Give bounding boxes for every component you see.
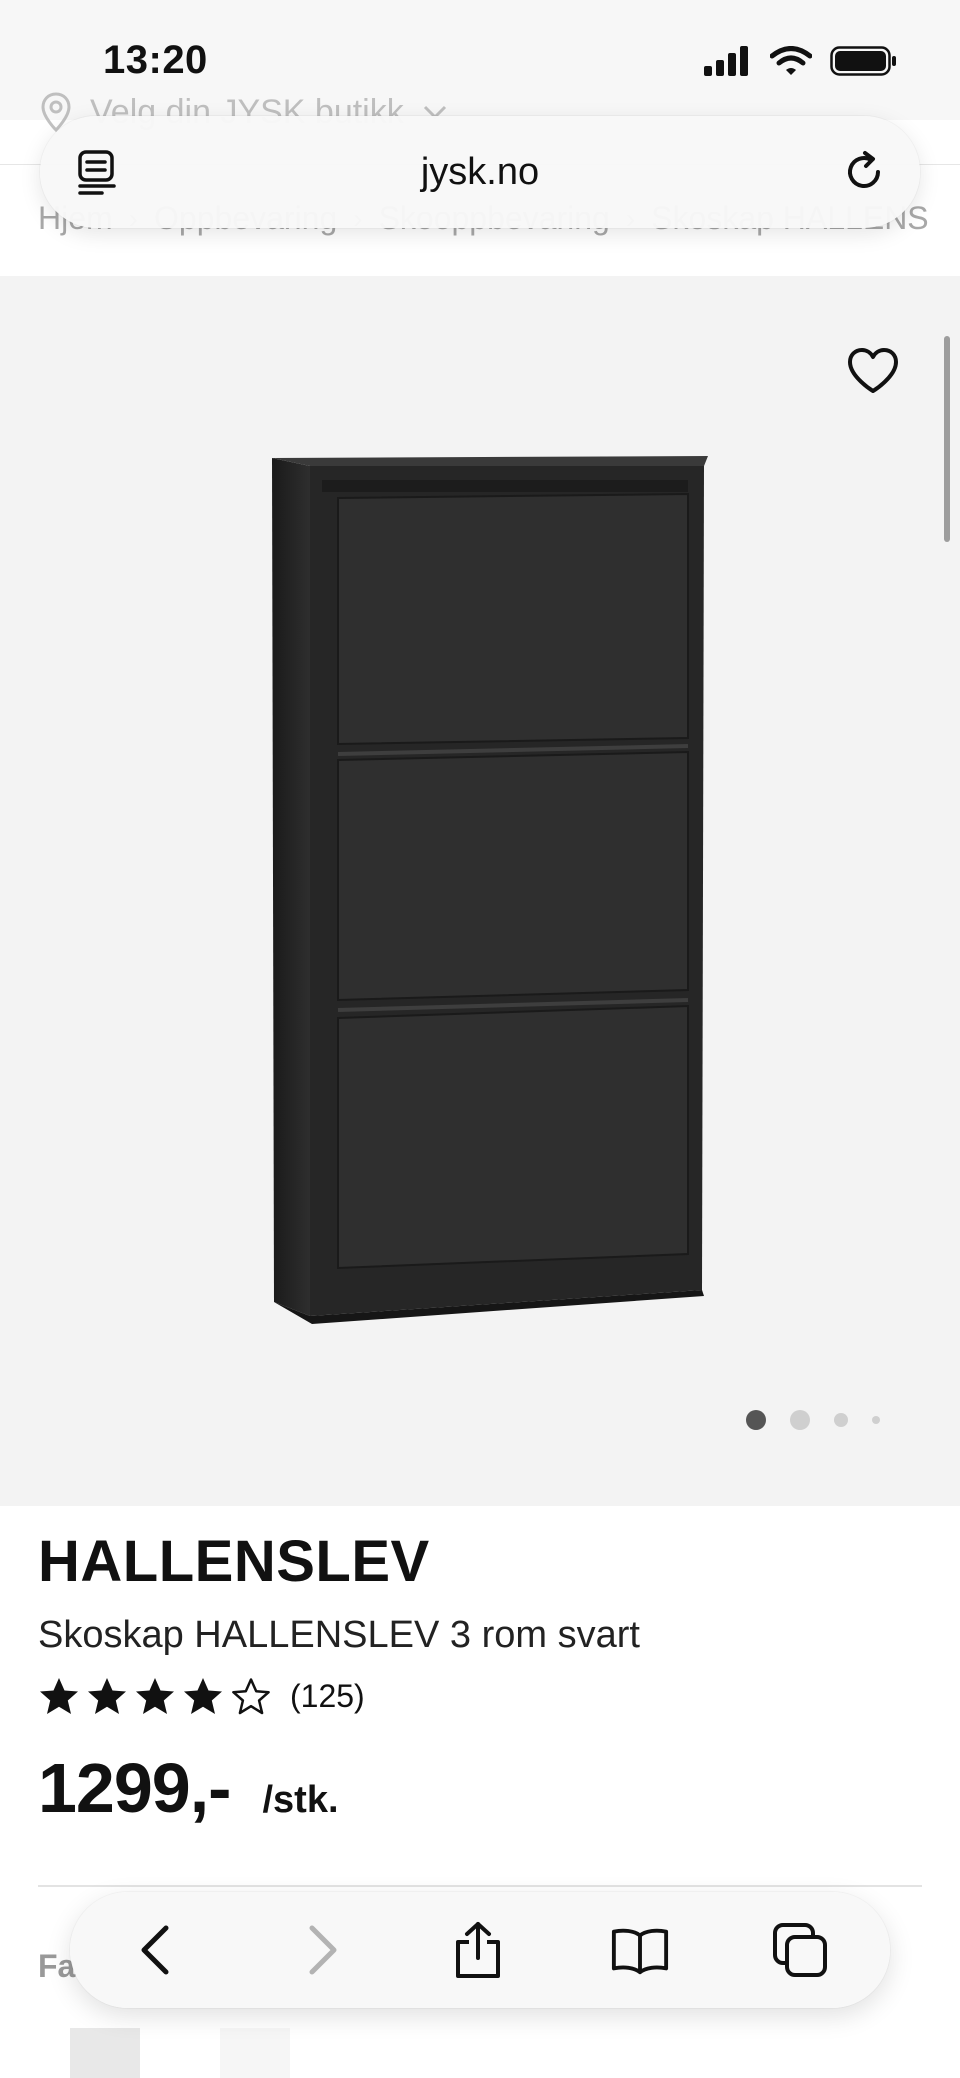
tabs-icon [773, 1923, 827, 1977]
browser-toolbar [70, 1892, 890, 2008]
heart-icon[interactable] [846, 346, 900, 396]
share-icon [456, 1922, 500, 1978]
pagination-dot-active[interactable] [746, 1410, 766, 1430]
status-icons [704, 46, 898, 76]
book-icon [611, 1928, 669, 1975]
product-rating[interactable]: (125) [38, 1676, 365, 1716]
star-filled-icon [40, 1678, 78, 1714]
star-filled-icon [88, 1678, 126, 1714]
review-count[interactable]: (125) [290, 1678, 365, 1715]
url-text: jysk.no [420, 150, 540, 193]
status-time: 13:20 [103, 38, 208, 82]
address-bar[interactable]: jysk.no [40, 116, 920, 228]
cellular-signal-icon [704, 46, 748, 76]
reader-mode-icon[interactable] [74, 148, 122, 196]
color-swatch[interactable] [220, 2028, 290, 2078]
gallery-pagination[interactable] [746, 1410, 880, 1430]
price-row: 1299,- /stk. [38, 1748, 339, 1828]
back-button[interactable] [126, 1920, 186, 1980]
product-image [272, 456, 708, 1324]
price-unit: /stk. [262, 1779, 339, 1821]
product-gallery[interactable] [0, 276, 960, 1506]
share-button[interactable] [448, 1920, 508, 1980]
color-swatch[interactable] [70, 2028, 140, 2078]
product-name: Skoskap HALLENSLEV 3 rom svart [38, 1614, 640, 1656]
scrollbar[interactable] [944, 336, 950, 542]
battery-icon [830, 46, 896, 76]
section-divider [38, 1885, 922, 1887]
bookmarks-button[interactable] [610, 1920, 670, 1980]
tabs-button[interactable] [770, 1920, 830, 1980]
star-filled-icon [184, 1678, 222, 1714]
product-price: 1299,- [38, 1749, 231, 1827]
product-brand: HALLENSLEV [38, 1529, 430, 1594]
pagination-dot[interactable] [790, 1410, 810, 1430]
chevron-right-icon [309, 1925, 337, 1975]
chevron-left-icon [141, 1925, 169, 1975]
pagination-dot[interactable] [872, 1416, 880, 1424]
star-empty-icon [232, 1678, 270, 1715]
reload-icon[interactable] [838, 146, 890, 198]
pagination-dot[interactable] [834, 1413, 848, 1427]
star-filled-icon [136, 1678, 174, 1714]
wifi-icon [770, 46, 812, 75]
forward-button[interactable] [292, 1920, 352, 1980]
